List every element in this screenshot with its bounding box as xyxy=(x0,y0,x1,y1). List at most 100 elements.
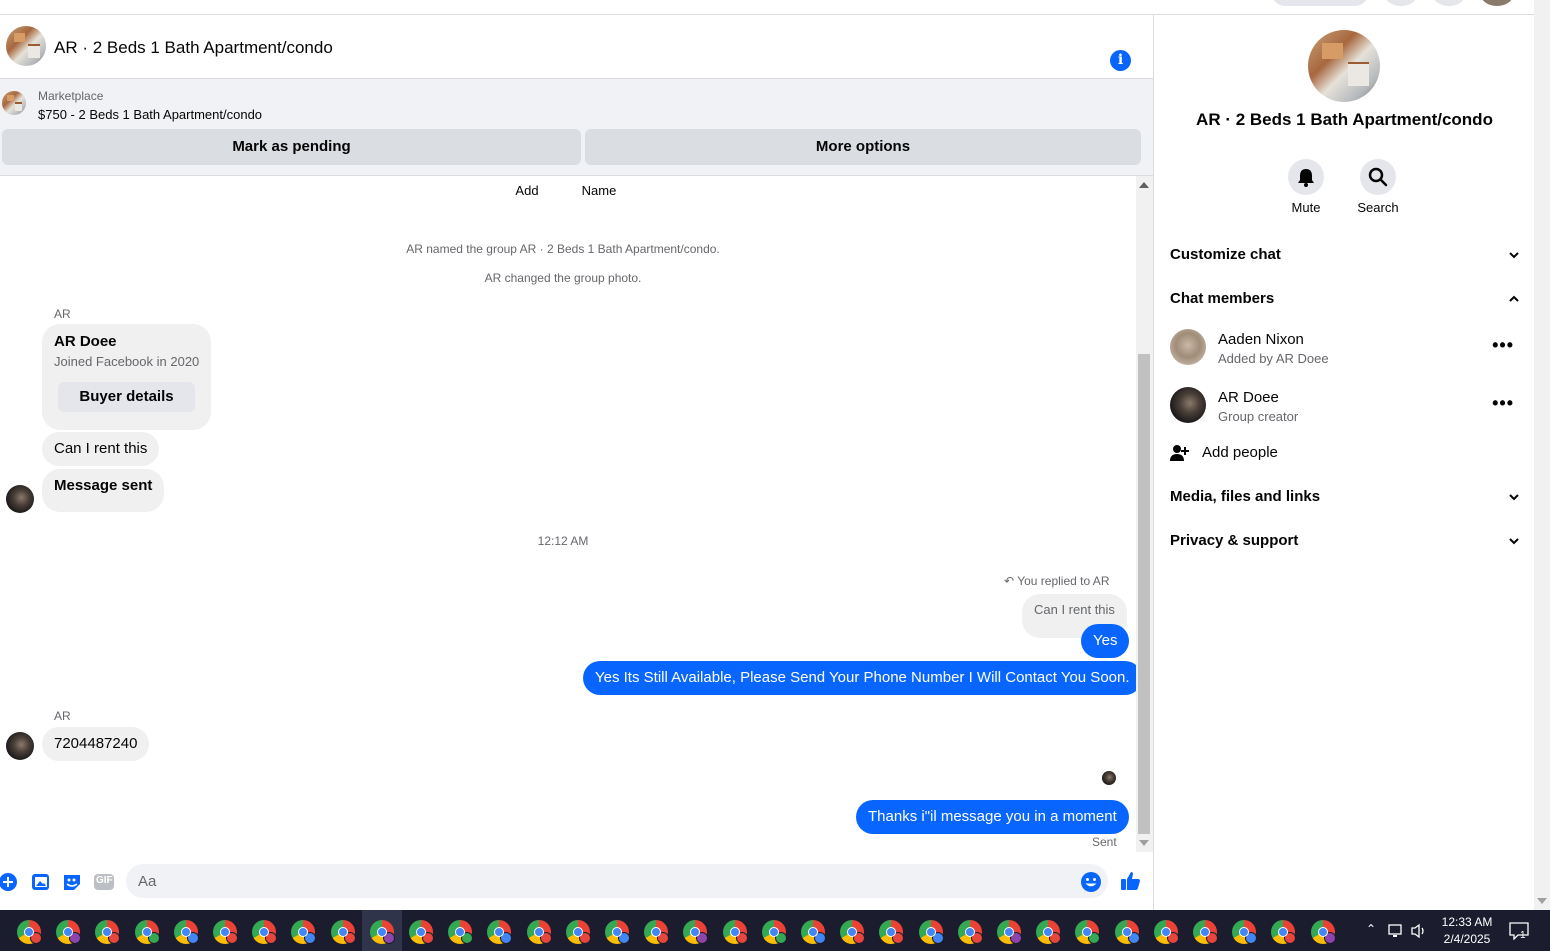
info-icon[interactable]: i xyxy=(1110,50,1131,71)
photo-icon[interactable] xyxy=(31,872,51,892)
browser-taskbar-icon[interactable] xyxy=(134,920,160,944)
customize-chat-section[interactable]: Customize chat xyxy=(1170,235,1520,275)
buyer-details-button[interactable]: Buyer details xyxy=(58,382,195,412)
browser-taskbar-icon[interactable] xyxy=(487,920,513,944)
browser-taskbar-icon[interactable] xyxy=(330,920,356,944)
page-scroll-down-arrow[interactable] xyxy=(1537,898,1547,904)
page-scrollbar[interactable] xyxy=(1534,0,1550,910)
browser-taskbar-icon[interactable] xyxy=(526,920,552,944)
browser-taskbar-icon[interactable] xyxy=(1153,920,1179,944)
member-subtitle: Added by AR Doee xyxy=(1218,351,1329,366)
more-icon[interactable]: ••• xyxy=(1492,393,1514,414)
browser-taskbar-icon[interactable] xyxy=(722,920,748,944)
browser-taskbar-icon[interactable] xyxy=(683,920,709,944)
replied-label: ↶ You replied to AR xyxy=(1004,574,1109,588)
scroll-down-arrow[interactable] xyxy=(1139,840,1149,846)
incoming-message[interactable]: Message sent xyxy=(42,469,165,512)
browser-taskbar-icon[interactable] xyxy=(997,920,1022,944)
mute-button[interactable]: Mute xyxy=(1271,159,1341,215)
top-nav-button[interactable] xyxy=(1432,0,1466,6)
browser-taskbar-icon[interactable] xyxy=(369,920,395,944)
messages-scrollbar[interactable] xyxy=(1136,176,1153,852)
browser-taskbar-icon[interactable] xyxy=(1310,920,1336,944)
outgoing-message[interactable]: Yes Its Still Available, Please Send You… xyxy=(583,661,1136,695)
browser-taskbar-icon[interactable] xyxy=(1036,920,1062,944)
browser-taskbar-icon[interactable] xyxy=(1114,920,1140,944)
add-person-icon xyxy=(1170,445,1189,461)
plus-icon[interactable] xyxy=(0,872,20,892)
media-files-section[interactable]: Media, files and links xyxy=(1170,477,1520,517)
browser-taskbar-icon[interactable] xyxy=(605,920,630,944)
browser-taskbar-icon[interactable] xyxy=(409,920,434,944)
profile-badge-icon xyxy=(1166,932,1179,944)
browser-taskbar-icon[interactable] xyxy=(56,920,82,944)
network-icon[interactable] xyxy=(1388,923,1406,939)
group-photo-large[interactable] xyxy=(1308,30,1380,102)
section-label: Media, files and links xyxy=(1170,488,1321,505)
top-nav-button[interactable] xyxy=(1272,0,1368,6)
browser-taskbar-icon[interactable] xyxy=(173,920,199,944)
browser-taskbar-icon[interactable] xyxy=(291,920,317,944)
browser-taskbar-icon[interactable] xyxy=(565,920,591,944)
browser-taskbar-icon[interactable] xyxy=(1075,920,1101,944)
section-label: Chat members xyxy=(1170,290,1275,307)
name-action-label[interactable]: Name xyxy=(569,183,629,198)
tray-chevron-icon[interactable]: ⌃ xyxy=(1366,922,1376,936)
mark-pending-button[interactable]: Mark as pending xyxy=(2,129,581,165)
browser-taskbar-icon[interactable] xyxy=(957,920,983,944)
incoming-message[interactable]: 7204487240 xyxy=(42,727,150,761)
volume-icon[interactable] xyxy=(1410,923,1428,939)
more-icon[interactable]: ••• xyxy=(1492,335,1514,356)
profile-badge-icon xyxy=(108,932,121,944)
chat-title[interactable]: AR · 2 Beds 1 Bath Apartment/condo xyxy=(54,38,333,58)
search-button[interactable]: Search xyxy=(1343,159,1413,215)
more-options-button[interactable]: More options xyxy=(585,129,1141,165)
outgoing-message[interactable]: Thanks i"il message you in a moment xyxy=(856,800,1129,834)
message-list[interactable]: Add Name AR named the group AR · 2 Beds … xyxy=(0,176,1136,852)
like-icon[interactable] xyxy=(1119,869,1140,890)
browser-taskbar-icon[interactable] xyxy=(644,920,670,944)
emoji-icon[interactable] xyxy=(1080,871,1101,892)
sticker-icon[interactable] xyxy=(62,872,82,892)
browser-taskbar-icon[interactable] xyxy=(1271,920,1297,944)
chat-header: AR · 2 Beds 1 Bath Apartment/condo i xyxy=(0,15,1153,79)
scroll-thumb[interactable] xyxy=(1138,354,1150,834)
top-nav-button[interactable] xyxy=(1384,0,1418,6)
browser-taskbar-icon[interactable] xyxy=(17,920,42,944)
listing-thumbnail[interactable] xyxy=(2,91,26,115)
add-people-button[interactable]: Add people xyxy=(1170,433,1520,473)
group-photo[interactable] xyxy=(6,26,46,66)
privacy-support-section[interactable]: Privacy & support xyxy=(1170,521,1520,561)
chat-details-panel: AR · 2 Beds 1 Bath Apartment/condo Mute … xyxy=(1153,15,1534,910)
browser-taskbar-icon[interactable] xyxy=(801,920,826,944)
sender-avatar[interactable] xyxy=(6,732,34,760)
taskbar-clock[interactable]: 12:33 AM 2/4/2025 xyxy=(1432,914,1502,948)
message-input[interactable] xyxy=(126,864,1108,898)
browser-taskbar-icon[interactable] xyxy=(1232,920,1258,944)
browser-taskbar-icon[interactable] xyxy=(213,920,238,944)
browser-taskbar-icon[interactable] xyxy=(761,920,787,944)
gif-icon[interactable]: GIF xyxy=(93,872,114,892)
browser-taskbar-icon[interactable] xyxy=(879,920,905,944)
listing-price-title[interactable]: $750 - 2 Beds 1 Bath Apartment/condo xyxy=(38,107,262,122)
system-message: AR changed the group photo. xyxy=(484,271,642,285)
browser-taskbar-icon[interactable] xyxy=(918,920,944,944)
notifications-icon[interactable] xyxy=(1509,922,1529,940)
sender-avatar[interactable] xyxy=(6,485,34,513)
chat-members-section[interactable]: Chat members xyxy=(1170,279,1520,319)
add-action-label[interactable]: Add xyxy=(497,183,557,198)
browser-taskbar-icon[interactable] xyxy=(95,920,121,944)
browser-taskbar-icon[interactable] xyxy=(1193,920,1218,944)
outgoing-message[interactable]: Yes xyxy=(1081,624,1130,658)
profile-badge-icon xyxy=(578,932,591,944)
browser-taskbar-icon[interactable] xyxy=(252,920,278,944)
member-row[interactable]: Aaden Nixon Added by AR Doee ••• xyxy=(1170,329,1520,381)
browser-taskbar-icon[interactable] xyxy=(448,920,474,944)
profile-avatar[interactable] xyxy=(1480,0,1514,6)
scroll-up-arrow[interactable] xyxy=(1139,182,1149,188)
marketplace-label: Marketplace xyxy=(38,89,104,103)
sender-name: AR xyxy=(54,709,71,723)
incoming-message[interactable]: Can I rent this xyxy=(42,432,160,466)
browser-taskbar-icon[interactable] xyxy=(840,920,866,944)
member-row[interactable]: AR Doee Group creator ••• xyxy=(1170,387,1520,439)
